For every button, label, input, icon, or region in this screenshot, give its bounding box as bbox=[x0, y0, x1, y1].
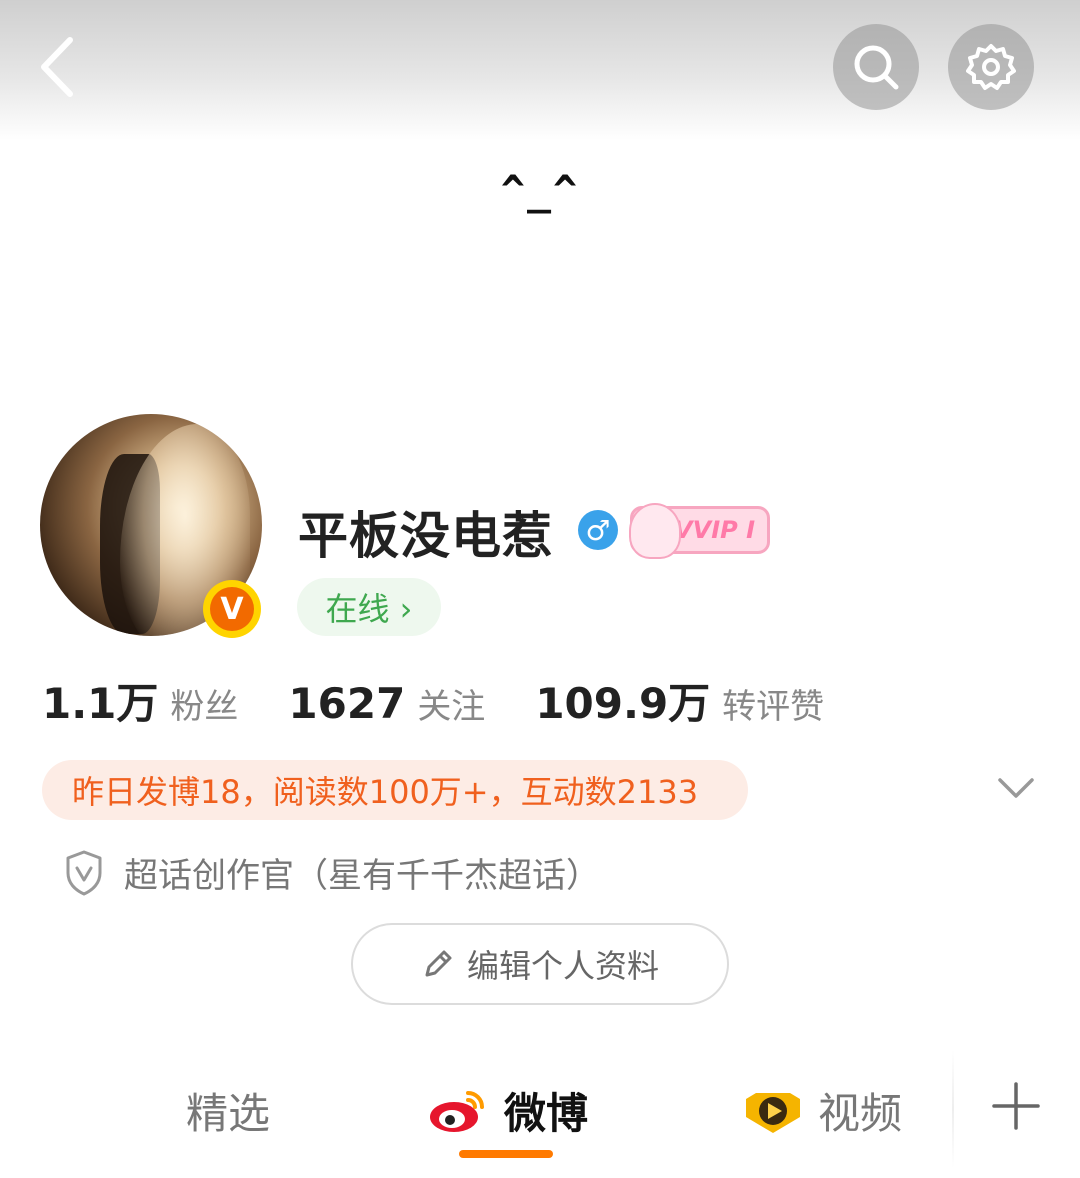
vvip-label: VVIP I bbox=[674, 516, 755, 544]
stat-label: 转评赞 bbox=[722, 687, 825, 727]
chevron-down-icon bbox=[998, 778, 1034, 798]
page-title: ^_^ bbox=[500, 168, 580, 214]
verified-v-icon: V bbox=[210, 587, 254, 631]
add-tab-button[interactable] bbox=[990, 1080, 1042, 1132]
username: 平板没电惹 bbox=[298, 507, 553, 565]
edit-profile-button[interactable]: 编辑个人资料 bbox=[351, 923, 729, 1005]
video-play-icon bbox=[746, 1092, 800, 1133]
back-button[interactable] bbox=[30, 32, 86, 102]
creator-title-label: 超话创作官（星有千千杰超话） bbox=[124, 856, 600, 896]
expand-button[interactable] bbox=[996, 770, 1036, 806]
activity-summary[interactable]: 昨日发博18，阅读数100万+，互动数2133 bbox=[42, 760, 748, 820]
vvip-badge[interactable]: VVIP I bbox=[629, 503, 770, 559]
search-button[interactable] bbox=[833, 24, 919, 110]
stat-followers[interactable]: 1.1万 粉丝 bbox=[42, 670, 238, 731]
male-gender-icon: ♂ bbox=[578, 510, 618, 550]
tab-video[interactable]: 视频 bbox=[742, 1080, 902, 1141]
active-tab-indicator bbox=[459, 1150, 553, 1158]
shield-v-icon bbox=[66, 850, 102, 895]
stats-row: 1.1万 粉丝 1627 关注 109.9万 转评赞 bbox=[42, 670, 874, 731]
search-icon bbox=[854, 45, 899, 90]
stat-label: 关注 bbox=[417, 687, 486, 727]
online-status-button[interactable]: 在线 › bbox=[297, 578, 441, 636]
stat-value: 109.9万 bbox=[535, 679, 711, 728]
edit-profile-label: 编辑个人资料 bbox=[466, 947, 659, 985]
tab-label: 微博 bbox=[504, 1089, 589, 1138]
chevron-left-icon bbox=[41, 37, 73, 97]
tab-featured[interactable]: 精选 bbox=[186, 1080, 270, 1141]
content-tabs: 精选 微博 视频 bbox=[0, 1050, 1080, 1178]
verified-badge[interactable]: V bbox=[203, 580, 261, 638]
stat-likes[interactable]: 109.9万 转评赞 bbox=[535, 670, 824, 731]
stat-value: 1.1万 bbox=[42, 679, 159, 728]
stat-following[interactable]: 1627 关注 bbox=[288, 679, 485, 728]
pink-bear-icon bbox=[629, 503, 681, 559]
stat-label: 粉丝 bbox=[170, 687, 239, 727]
tab-label: 精选 bbox=[186, 1089, 271, 1138]
tab-weibo[interactable]: 微博 bbox=[428, 1080, 588, 1141]
plus-icon bbox=[992, 1082, 1040, 1130]
pencil-icon bbox=[425, 950, 452, 977]
tab-label: 视频 bbox=[818, 1089, 903, 1138]
weibo-logo-icon bbox=[430, 1090, 484, 1132]
top-bar bbox=[0, 0, 1080, 140]
tab-divider bbox=[952, 1050, 954, 1168]
settings-button[interactable] bbox=[948, 24, 1034, 110]
creator-title-row[interactable]: 超话创作官（星有千千杰超话） bbox=[64, 848, 600, 897]
stat-value: 1627 bbox=[288, 679, 406, 728]
gear-icon bbox=[966, 44, 1016, 90]
